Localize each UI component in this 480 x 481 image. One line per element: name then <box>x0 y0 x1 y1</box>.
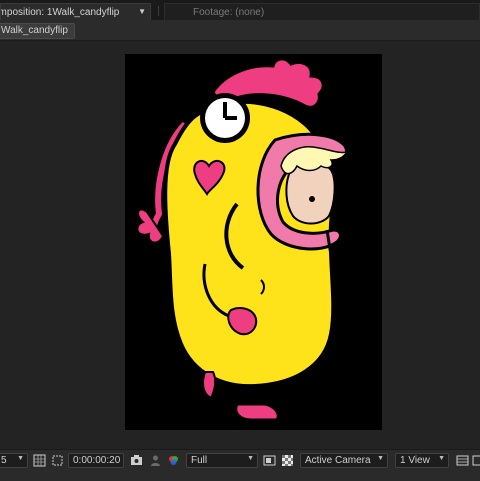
camera-icon[interactable] <box>130 454 143 467</box>
rgb-channels-icon[interactable] <box>167 454 180 467</box>
resolution-value: Full <box>191 455 208 466</box>
view-layout-dropdown[interactable]: 1 View ▼ <box>395 453 449 468</box>
timecode-field[interactable]: 0:00:00:20 <box>68 453 124 468</box>
camera-view-value: Active Camera <box>305 455 371 466</box>
character-artwork <box>136 57 349 422</box>
camera-view-dropdown[interactable]: Active Camera ▼ <box>300 453 388 468</box>
roi-icon[interactable] <box>51 454 64 467</box>
face-eye-shape <box>309 196 315 202</box>
foot-shape <box>234 402 280 422</box>
leg-shape <box>202 371 217 400</box>
tab-footage-label: Footage: (none) <box>193 6 265 18</box>
chevron-down-icon: ▼ <box>377 455 384 462</box>
tab-divider <box>158 6 159 16</box>
chevron-down-icon: ▼ <box>438 455 445 462</box>
chevron-down-icon: ▼ <box>17 455 24 462</box>
grid-icon[interactable] <box>456 454 469 467</box>
chevron-down-icon[interactable]: ▼ <box>138 7 146 16</box>
resolution-dropdown[interactable]: Full ▼ <box>186 453 258 468</box>
chevron-down-icon: ▼ <box>247 455 254 462</box>
composition-breadcrumb[interactable]: Walk_candyflip <box>0 23 75 39</box>
tab-composition-label: omposition: 1Walk_candyflip <box>0 6 120 18</box>
checkerboard-icon[interactable] <box>281 454 294 467</box>
magnification-value: 5 <box>1 455 7 466</box>
viewer-toolbar: 5 ▼ 0:00:00:20 Full ▼ Active Camera ▼ 1 … <box>0 449 480 481</box>
grid-icon[interactable] <box>472 454 480 467</box>
panel-tab-bar: omposition: 1Walk_candyflip ▼ Footage: (… <box>0 0 480 21</box>
timecode-value: 0:00:00:20 <box>73 455 121 466</box>
magnification-dropdown[interactable]: 5 ▼ <box>0 453 28 468</box>
view-layout-value: 1 View <box>400 455 430 466</box>
grid-icon[interactable] <box>33 454 46 467</box>
tab-composition[interactable]: omposition: 1Walk_candyflip ▼ <box>0 3 151 20</box>
roi-icon[interactable] <box>263 454 276 467</box>
tab-footage[interactable]: Footage: (none) <box>164 3 480 20</box>
composition-navigator: Walk_candyflip <box>0 20 480 41</box>
person-icon[interactable] <box>149 454 162 467</box>
composition-canvas[interactable] <box>125 54 382 430</box>
